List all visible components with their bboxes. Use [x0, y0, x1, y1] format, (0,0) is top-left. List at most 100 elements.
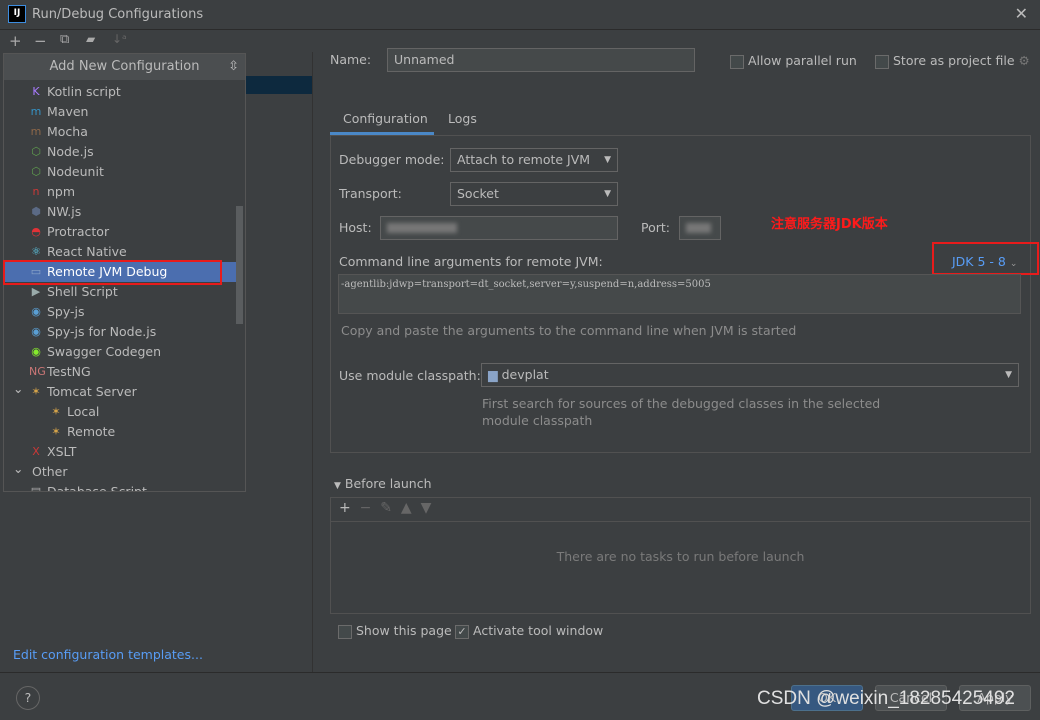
folder-icon: ▆ [488, 367, 498, 382]
popup-item[interactable]: ✶ Remote [4, 422, 236, 442]
popup-item[interactable]: n npm [4, 182, 236, 202]
popup-item-label: Mocha [47, 124, 88, 139]
add-icon[interactable]: + [9, 32, 22, 50]
mocha-icon: m [30, 125, 42, 138]
react-icon: ⚛ [31, 245, 41, 258]
popup-item[interactable]: K Kotlin script [4, 82, 236, 102]
chevron-down-icon[interactable]: ⌄ [13, 459, 23, 479]
tomcat-remote-icon: ✶ [51, 425, 61, 438]
popup-item-label: Tomcat Server [47, 384, 137, 399]
popup-item[interactable]: ⬢ NW.js [4, 202, 236, 222]
swagger-icon: ◉ [31, 345, 41, 358]
port-input[interactable] [679, 216, 721, 240]
popup-header: Add New Configuration ⇳ [4, 54, 245, 80]
close-icon[interactable]: ✕ [1015, 4, 1028, 23]
window-title: Run/Debug Configurations [32, 7, 204, 22]
popup-item[interactable]: X XSLT [4, 442, 236, 462]
popup-item[interactable]: ⬡ Nodeunit [4, 162, 236, 182]
popup-item[interactable]: m Maven [4, 102, 236, 122]
name-input[interactable]: Unnamed [387, 48, 695, 72]
triangle-down-icon: ▼ [334, 481, 341, 491]
popup-item[interactable]: ◓ Protractor [4, 222, 236, 242]
copy-icon[interactable]: ⧉ [60, 32, 69, 47]
debugger-mode-select[interactable]: Attach to remote JVM ▼ [450, 148, 618, 172]
popup-item-label: Maven [47, 104, 89, 119]
folder-add-icon[interactable]: ▰ [86, 32, 95, 46]
allow-parallel-label: Allow parallel run [747, 53, 857, 68]
tab-logs[interactable]: Logs [448, 111, 477, 126]
popup-item-label: Node.js [47, 144, 94, 159]
transport-select[interactable]: Socket ▼ [450, 182, 618, 206]
store-project-label: Store as project file [892, 53, 1015, 68]
remove-icon[interactable]: − [34, 32, 47, 50]
popup-scrollbar[interactable] [236, 206, 243, 324]
host-label: Host: [339, 220, 372, 235]
nodeunit-icon: ⬡ [31, 165, 41, 178]
module-label: Use module classpath: [339, 368, 481, 383]
store-project-checkbox[interactable]: Store as project file ⚙ [875, 53, 1030, 69]
checkmark-icon: ✓ [455, 624, 469, 639]
gear-icon[interactable]: ⚙ [1019, 53, 1030, 68]
annotation-text: 注意服务器JDK版本 [771, 217, 888, 232]
module-hint-line1: First search for sources of the debugged… [482, 396, 881, 411]
jdk-version-dropdown[interactable]: JDK 5 - 8 ⌄ [952, 254, 1017, 269]
debugger-mode-value: Attach to remote JVM [457, 152, 591, 167]
popup-item-label: NW.js [47, 204, 82, 219]
chevron-down-icon[interactable]: ⌄ [13, 379, 23, 399]
before-launch-toolbar: + − ✎ ▲ ▼ [331, 498, 1030, 522]
popup-item[interactable]: ▶ Shell Script [4, 282, 236, 302]
before-launch-empty: There are no tasks to run before launch [556, 549, 805, 564]
popup-item-label: Local [67, 404, 100, 419]
add-icon[interactable]: + [339, 500, 351, 516]
popup-item-label: Spy-js [47, 304, 85, 319]
show-page-checkbox[interactable]: Show this page [338, 623, 452, 639]
module-select[interactable]: ▆ devplat ▼ [481, 363, 1019, 387]
popup-item-label: Shell Script [47, 284, 118, 299]
popup-item[interactable]: NG TestNG [4, 362, 236, 382]
popup-item-label: Remote [67, 424, 116, 439]
popup-item[interactable]: ⌄ Other [4, 459, 236, 482]
cmdline-hint: Copy and paste the arguments to the comm… [341, 323, 797, 338]
highlight-box [3, 260, 222, 285]
popup-item[interactable]: ◉ Swagger Codegen [4, 342, 236, 362]
popup-item-label: Swagger Codegen [47, 344, 162, 359]
module-value: devplat [501, 367, 549, 382]
popup-item[interactable]: ✶ Local [4, 402, 236, 422]
popup-item[interactable]: ◉ Spy-js for Node.js [4, 322, 236, 342]
allow-parallel-checkbox[interactable]: Allow parallel run [730, 53, 857, 69]
help-button[interactable]: ? [16, 686, 40, 710]
transport-value: Socket [457, 186, 499, 201]
maven-icon: m [30, 105, 42, 118]
popup-item[interactable]: ⬡ Node.js [4, 142, 236, 162]
kotlin-icon: K [32, 85, 40, 98]
edit-icon: ✎ [380, 500, 393, 516]
tomcat-icon: ✶ [31, 385, 41, 398]
host-input[interactable] [380, 216, 618, 240]
watermark: CSDN @weixin_18285425492 [757, 688, 1016, 709]
show-page-label: Show this page [355, 623, 452, 638]
popup-item[interactable]: ▤ Database Script [4, 482, 236, 492]
before-launch-toggle[interactable]: ▼ Before launch [334, 476, 432, 491]
dropdown-arrow-icon: ▼ [604, 155, 611, 165]
port-label: Port: [641, 220, 670, 235]
npm-icon: n [32, 185, 40, 198]
selected-tree-row[interactable] [240, 76, 312, 94]
activate-tool-checkbox[interactable]: ✓ Activate tool window [455, 623, 603, 639]
collapse-icon[interactable]: ⇳ [228, 54, 239, 80]
popup-item-label: Kotlin script [47, 84, 121, 99]
cmdline-args-field[interactable]: -agentlib:jdwp=transport=dt_socket,serve… [338, 274, 1021, 314]
nwjs-icon: ⬢ [31, 205, 41, 218]
popup-item[interactable]: ⚛ React Native [4, 242, 236, 262]
popup-item[interactable]: ◉ Spy-js [4, 302, 236, 322]
tab-configuration[interactable]: Configuration [343, 111, 428, 126]
cmdline-label: Command line arguments for remote JVM: [339, 254, 603, 269]
popup-item-label: Database Script [47, 484, 147, 492]
popup-item-label: TestNG [47, 364, 91, 379]
chevron-down-icon: ⌄ [1009, 259, 1018, 269]
edit-templates-link[interactable]: Edit configuration templates... [13, 647, 203, 662]
remove-icon: − [359, 500, 372, 516]
popup-item[interactable]: m Mocha [4, 122, 236, 142]
debugger-mode-label: Debugger mode: [339, 152, 445, 167]
popup-item[interactable]: ⌄ ✶ Tomcat Server [4, 379, 236, 402]
down-icon: ▼ [420, 500, 432, 516]
